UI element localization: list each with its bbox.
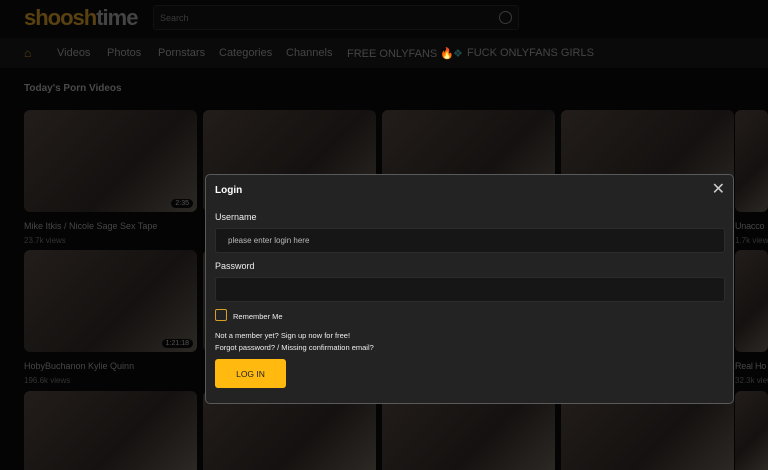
video-card[interactable]: Real Ho 32.3k views <box>735 250 768 385</box>
nav-free-onlyfans[interactable]: FREE ONLYFANS 🔥 <box>347 47 454 60</box>
login-button[interactable]: LOG IN <box>215 359 286 388</box>
video-views: 23.7k views <box>24 236 66 245</box>
video-views: 196.6k views <box>24 376 71 385</box>
header: shooshtime Search <box>0 0 768 37</box>
nav-photos[interactable]: Photos <box>107 47 141 59</box>
nav-onlyfans-girls[interactable]: FUCK ONLYFANS GIRLS <box>467 47 594 59</box>
video-card[interactable] <box>24 391 197 470</box>
video-thumbnail[interactable] <box>735 391 768 470</box>
main-nav: ⌂ Videos Photos Pornstars Categories Cha… <box>0 38 768 68</box>
close-icon[interactable]: ✕ <box>712 179 725 199</box>
forgot-password-link[interactable]: Forgot password? / Missing confirmation … <box>215 343 374 352</box>
username-input[interactable] <box>215 228 725 253</box>
section-title: Today's Porn Videos <box>24 83 122 94</box>
video-card[interactable]: 1:21:18 HobyBuchanon Kylie Quinn 196.6k vi… <box>24 250 197 385</box>
video-thumbnail[interactable]: 2:35 <box>24 110 197 212</box>
remember-me-checkbox[interactable] <box>215 309 227 321</box>
nav-videos[interactable]: Videos <box>57 47 90 59</box>
signup-link[interactable]: Not a member yet? Sign up now for free! <box>215 331 350 340</box>
video-title[interactable]: HobyBuchanon Kylie Quinn <box>24 361 197 371</box>
video-thumbnail[interactable]: 1:21:18 <box>24 250 197 352</box>
search-input[interactable]: Search <box>160 13 189 23</box>
search-box[interactable]: Search <box>153 5 519 30</box>
nav-categories[interactable]: Categories <box>219 47 272 59</box>
video-card[interactable]: Unacco 1.7k views <box>735 110 768 245</box>
video-title[interactable]: Unacco <box>735 221 768 231</box>
logo[interactable]: shooshtime <box>24 5 138 31</box>
nav-pornstars[interactable]: Pornstars <box>158 47 205 59</box>
search-icon[interactable] <box>499 11 512 24</box>
video-title[interactable]: Mike Itkis / Nicole Sage Sex Tape <box>24 221 197 231</box>
video-thumbnail[interactable] <box>24 391 197 470</box>
login-modal: Login ✕ Username Password Remember Me No… <box>205 174 734 404</box>
video-thumbnail[interactable] <box>735 250 768 352</box>
video-views: 1.7k views <box>735 236 768 245</box>
home-icon[interactable]: ⌂ <box>24 46 31 60</box>
video-title[interactable]: Real Ho <box>735 361 768 371</box>
duration: 2:35 <box>171 199 193 208</box>
video-views: 32.3k views <box>735 376 768 385</box>
nav-channels[interactable]: Channels <box>286 47 332 59</box>
modal-title: Login <box>215 185 243 196</box>
video-card[interactable] <box>735 391 768 470</box>
password-label: Password <box>215 261 255 271</box>
video-thumbnail[interactable] <box>735 110 768 212</box>
remember-me-label[interactable]: Remember Me <box>233 312 283 321</box>
username-label: Username <box>215 212 257 222</box>
duration: 1:21:18 <box>161 339 193 348</box>
video-card[interactable]: 2:35 Mike Itkis / Nicole Sage Sex Tape 23.… <box>24 110 197 245</box>
nav-icon: ❖ <box>453 48 463 60</box>
password-input[interactable] <box>215 277 725 302</box>
